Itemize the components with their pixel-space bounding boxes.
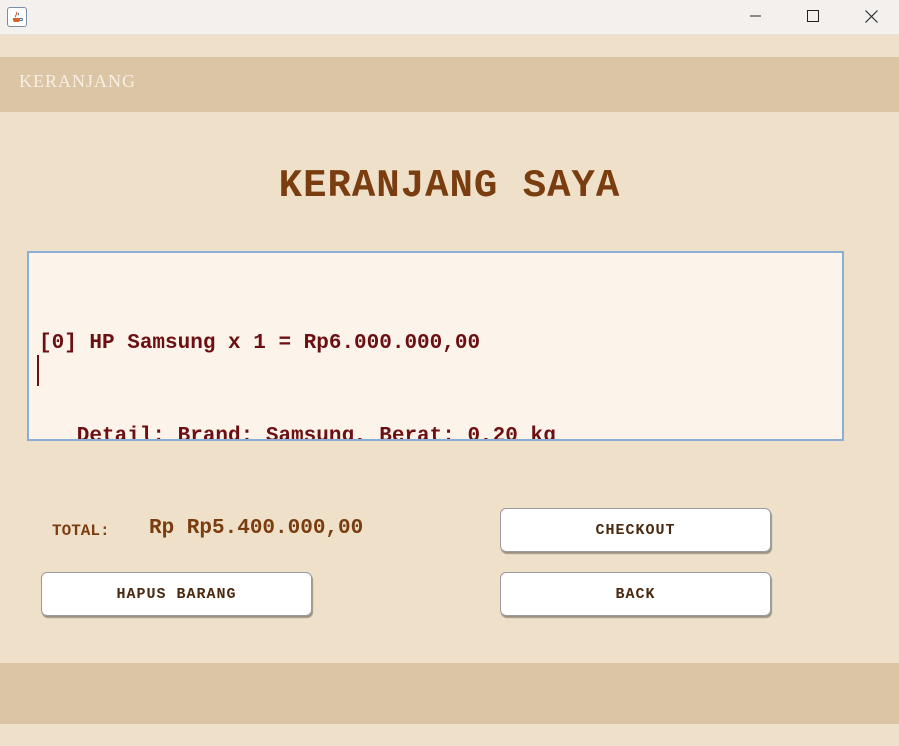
maximize-button[interactable]: [784, 0, 842, 32]
checkout-button[interactable]: CHECKOUT: [500, 508, 771, 552]
minimize-icon: [750, 15, 761, 17]
cart-line-detail: Detail: Brand: Samsung, Berat: 0,20 kg: [39, 425, 556, 441]
remove-item-button[interactable]: HAPUS BARANG: [41, 572, 312, 616]
close-button[interactable]: [842, 0, 899, 32]
back-button[interactable]: BACK: [500, 572, 771, 616]
cart-line-item: [0] HP Samsung x 1 = Rp6.000.000,00: [39, 332, 481, 355]
footer-band: [0, 663, 899, 724]
maximize-icon: [807, 10, 819, 22]
text-caret: [37, 355, 39, 386]
page-title: KERANJANG SAYA: [278, 164, 621, 208]
total-label: TOTAL:: [52, 522, 110, 540]
title-bar: [0, 0, 899, 35]
minimize-button[interactable]: [727, 0, 785, 32]
app-window: KERANJANG KERANJANG SAYA [0] HP Samsung …: [0, 0, 899, 746]
java-coffee-icon[interactable]: [7, 7, 27, 27]
cart-textarea[interactable]: [0] HP Samsung x 1 = Rp6.000.000,00 Deta…: [27, 251, 844, 441]
header-label: KERANJANG: [19, 71, 136, 91]
close-icon: [864, 9, 878, 23]
header-band: KERANJANG: [0, 57, 899, 112]
total-value: Rp Rp5.400.000,00: [149, 517, 364, 540]
